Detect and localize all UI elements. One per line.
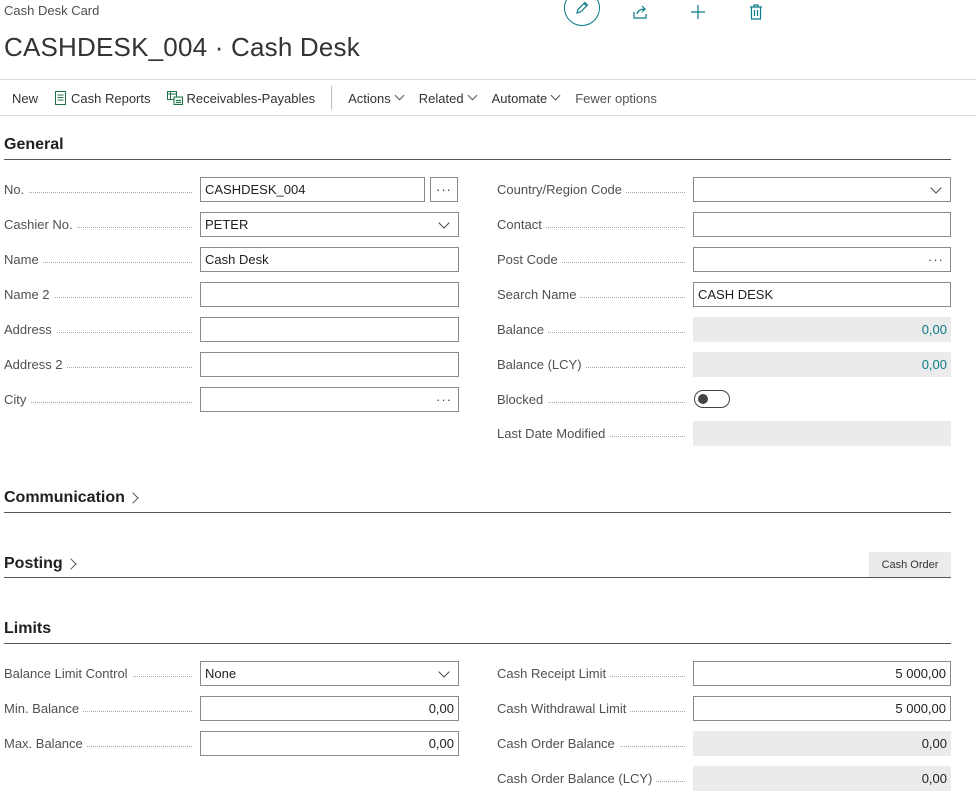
field-label-contact: Contact: [497, 217, 691, 232]
chevron-down-icon: [394, 90, 405, 100]
actions-label: Actions: [348, 90, 391, 106]
last-date-modified-value: [693, 421, 951, 446]
field-label-cash-withdrawal-limit: Cash Withdrawal Limit: [497, 701, 691, 716]
field-label-search-name: Search Name: [497, 287, 691, 302]
pencil-icon[interactable]: [564, 0, 600, 26]
balance-lcy-value[interactable]: 0,00: [693, 352, 951, 377]
min-balance-input[interactable]: 0,00: [200, 696, 459, 721]
chevron-down-icon: [930, 181, 942, 194]
chevron-right-icon: [127, 492, 139, 504]
field-label-address: Address: [4, 322, 198, 337]
cash-withdrawal-limit-input[interactable]: 5 000,00: [693, 696, 951, 721]
action-bar: New Cash Reports Receivables-Payables Ac…: [4, 86, 665, 110]
related-menu[interactable]: Related: [411, 86, 484, 110]
city-input[interactable]: ···: [200, 387, 459, 412]
chevron-down-icon: [467, 90, 478, 100]
new-label: New: [12, 90, 39, 106]
share-icon[interactable]: [626, 0, 654, 24]
section-limits-title: Limits: [4, 620, 52, 637]
section-general-title: General: [4, 136, 64, 153]
chevron-down-icon: [438, 665, 450, 678]
name-input[interactable]: Cash Desk: [200, 247, 459, 272]
no-assist-button[interactable]: ···: [430, 177, 458, 202]
field-label-cashier-no: Cashier No.: [4, 217, 198, 232]
field-label-cash-receipt-limit: Cash Receipt Limit: [497, 666, 691, 681]
field-label-country-region-code: Country/Region Code: [497, 182, 691, 197]
max-balance-input[interactable]: 0,00: [200, 731, 459, 756]
field-label-address-2: Address 2: [4, 357, 198, 372]
field-label-name-2: Name 2: [4, 287, 198, 302]
field-label-cash-order-balance-lcy: Cash Order Balance (LCY): [497, 771, 691, 786]
receivables-icon: [166, 91, 183, 105]
search-name-input[interactable]: CASH DESK: [693, 282, 951, 307]
related-label: Related: [418, 90, 464, 106]
no-input[interactable]: CASHDESK_004: [200, 177, 425, 202]
actionbar-divider: [0, 115, 976, 116]
cash-reports-button[interactable]: Cash Reports: [46, 86, 158, 110]
cash-receipt-limit-input[interactable]: 5 000,00: [693, 661, 951, 686]
automate-menu[interactable]: Automate: [484, 86, 568, 110]
section-general-header[interactable]: General: [4, 136, 64, 154]
section-posting-title: Posting: [4, 555, 63, 572]
post-code-input[interactable]: ···: [693, 247, 951, 272]
country-region-code-dropdown[interactable]: [693, 177, 951, 202]
field-label-balance-lcy: Balance (LCY): [497, 357, 691, 372]
field-label-no: No.: [4, 182, 198, 197]
field-label-min-balance: Min. Balance: [4, 701, 198, 716]
cash-order-balance-lcy-value: 0,00: [693, 766, 951, 791]
field-label-name: Name: [4, 252, 198, 267]
actions-menu[interactable]: Actions: [340, 86, 411, 110]
cash-order-button[interactable]: Cash Order: [869, 552, 951, 578]
section-communication-line: [4, 512, 951, 513]
balance-value[interactable]: 0,00: [693, 317, 951, 342]
fewer-options-button[interactable]: Fewer options: [567, 86, 665, 110]
field-label-balance: Balance: [497, 322, 691, 337]
balance-limit-control-dropdown[interactable]: None: [200, 661, 459, 686]
ellipsis-icon[interactable]: ···: [928, 252, 944, 267]
field-label-last-date-modified: Last Date Modified: [497, 426, 691, 441]
receivables-payables-button[interactable]: Receivables-Payables: [159, 86, 324, 110]
cash-order-balance-value: 0,00: [693, 731, 951, 756]
field-label-post-code: Post Code: [497, 252, 691, 267]
section-communication-header[interactable]: Communication: [4, 489, 139, 507]
chevron-right-icon: [65, 558, 77, 570]
blocked-toggle[interactable]: [694, 390, 730, 408]
contact-input[interactable]: [693, 212, 951, 237]
section-posting-line: [4, 577, 951, 578]
field-label-blocked: Blocked: [497, 392, 691, 407]
toggle-knob: [698, 394, 708, 404]
address-2-input[interactable]: [200, 352, 459, 377]
cashier-no-dropdown[interactable]: PETER: [200, 212, 459, 237]
field-label-max-balance: Max. Balance: [4, 736, 198, 751]
field-label-balance-limit-control: Balance Limit Control: [4, 666, 198, 681]
new-button[interactable]: New: [4, 86, 46, 110]
section-communication-title: Communication: [4, 489, 125, 506]
fewer-options-label: Fewer options: [575, 90, 657, 106]
automate-label: Automate: [491, 90, 548, 106]
chevron-down-icon: [438, 216, 450, 229]
section-limits-header[interactable]: Limits: [4, 620, 51, 638]
section-limits-line: [4, 643, 951, 644]
field-label-city: City: [4, 392, 198, 407]
receivables-payables-label: Receivables-Payables: [186, 90, 316, 106]
action-separator: [331, 86, 333, 110]
page-title: CASHDESK_004 · Cash Desk: [4, 32, 360, 62]
name-2-input[interactable]: [200, 282, 459, 307]
breadcrumb: Cash Desk Card: [4, 3, 100, 18]
chevron-down-icon: [550, 90, 561, 100]
ellipsis-icon[interactable]: ···: [436, 392, 452, 407]
address-input[interactable]: [200, 317, 459, 342]
report-icon: [54, 91, 67, 105]
section-posting-header[interactable]: Posting: [4, 555, 77, 573]
field-label-cash-order-balance: Cash Order Balance: [497, 736, 691, 751]
plus-icon[interactable]: [684, 0, 712, 24]
section-general-line: [4, 159, 951, 160]
cash-reports-label: Cash Reports: [71, 90, 151, 106]
delete-icon[interactable]: [742, 0, 770, 24]
header-divider: [0, 79, 976, 80]
